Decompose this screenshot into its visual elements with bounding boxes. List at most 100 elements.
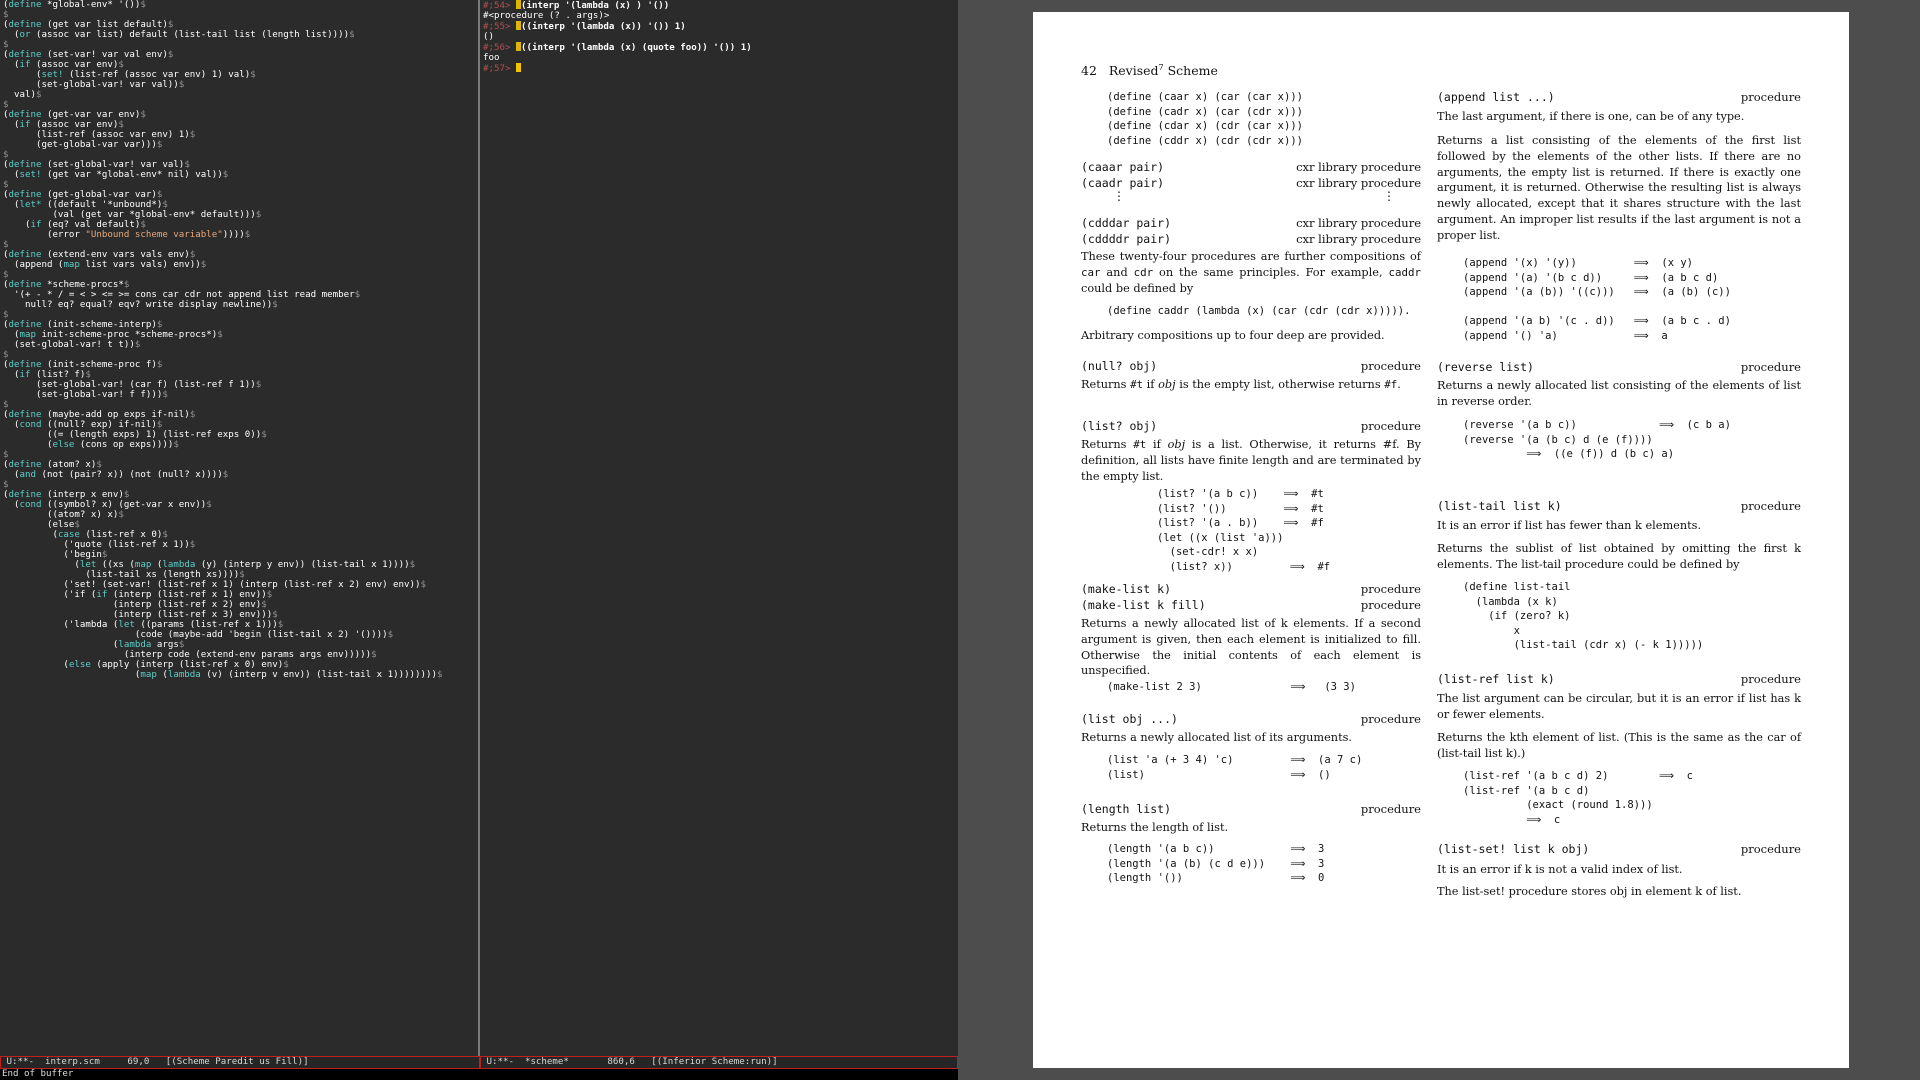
code-line[interactable]: (get-global-var var)))$ — [3, 140, 162, 150]
code-line[interactable]: null? eq? equal? eqv? write display newl… — [3, 300, 278, 310]
code-line[interactable]: (interp (list-ref x 2) env)$ — [3, 600, 267, 610]
listq-header: (list? obj) — [1081, 419, 1158, 433]
repl-input-line[interactable]: #;54> (interp '(lambda (x) ) '()) — [483, 0, 669, 11]
code-line[interactable]: $ — [3, 150, 9, 160]
modeline-interp[interactable]: U:**- interp.scm 69,0 [(Scheme Paredit u… — [0, 1056, 480, 1069]
code-line[interactable]: (error "Unbound scheme variable"))))$ — [3, 230, 250, 240]
code-line[interactable]: (define (get-global-var var)$ — [3, 190, 162, 200]
code-line[interactable]: (if (assoc var env)$ — [3, 60, 124, 70]
code-line[interactable]: (map init-scheme-proc *scheme-procs*)$ — [3, 330, 223, 340]
code-line[interactable]: $ — [3, 180, 9, 190]
code-line[interactable]: (cond ((symbol? x) (get-var x env))$ — [3, 500, 212, 510]
makelist-description: Returns a newly allocated list of k elem… — [1081, 617, 1421, 678]
code-line[interactable]: (define (init-scheme-proc f)$ — [3, 360, 162, 370]
code-line[interactable]: (else (cons op exps))))$ — [3, 440, 179, 450]
editor-pane-interp[interactable]: (define *global-env* '())$ $ (define (ge… — [0, 0, 480, 1056]
code-line[interactable]: (set-global-var! t t))$ — [3, 340, 140, 350]
code-line[interactable]: (set-global-var! var val))$ — [3, 80, 184, 90]
code-line[interactable]: $ — [3, 40, 9, 50]
append-text-2: Returns a list consisting of the element… — [1437, 134, 1801, 242]
code-line[interactable]: (define *scheme-procs*$ — [3, 280, 129, 290]
length-kind: procedure — [1360, 802, 1421, 816]
code-buffer[interactable]: (define *global-env* '())$ $ (define (ge… — [0, 0, 478, 680]
code-line[interactable]: (code (maybe-add 'begin (list-tail x 2) … — [3, 630, 393, 640]
code-line[interactable]: '(+ - * / = < > <= >= cons car cdr not a… — [3, 290, 360, 300]
code-line[interactable]: (list-ref (assoc var env) 1)$ — [3, 130, 195, 140]
code-line[interactable]: (define (get var list default)$ — [3, 20, 173, 30]
makelist-header-1: (make-list k) — [1081, 582, 1172, 596]
repl-input-line[interactable]: #;56> ((interp '(lambda (x) (quote foo))… — [483, 42, 752, 53]
code-line[interactable]: ('if (if (interp (list-ref x 1) env))$ — [3, 590, 272, 600]
code-line[interactable]: (else$ — [3, 520, 80, 530]
code-line[interactable]: (case (list-ref x 0)$ — [3, 530, 167, 540]
code-line[interactable]: (define (set-var! var val env)$ — [3, 50, 173, 60]
null-header: (null? obj) — [1081, 359, 1158, 373]
listref-examples: (list-ref '(a b c d) 2) ⟹ c (list-ref '(… — [1463, 770, 1693, 826]
code-line[interactable]: (append (map list vars vals) env))$ — [3, 260, 206, 270]
listset-text-1: It is an error if k is not a valid index… — [1437, 863, 1683, 876]
code-line[interactable]: $ — [3, 450, 9, 460]
code-line[interactable]: (set! (list-ref (assoc var env) 1) val)$ — [3, 70, 256, 80]
append-examples: (append '(x) '(y)) ⟹ (x y) (append '(a) … — [1463, 257, 1731, 342]
code-line[interactable]: ((atom? x) x)$ — [3, 510, 124, 520]
code-line[interactable]: (or (assoc var list) default (list-tail … — [3, 30, 355, 40]
code-line[interactable]: ((= (length exps) 1) (list-ref exps 0))$ — [3, 430, 267, 440]
null-description: Returns #t if obj is the empty list, oth… — [1081, 378, 1401, 391]
code-line[interactable]: (if (assoc var env)$ — [3, 120, 124, 130]
arbitrary-note: Arbitrary compositions up to four deep a… — [1081, 329, 1385, 342]
code-line[interactable]: $ — [3, 10, 9, 20]
code-line[interactable]: ('set! (set-var! (list-ref x 1) (interp … — [3, 580, 426, 590]
code-line[interactable]: (set-global-var! f f)))$ — [3, 390, 168, 400]
vdots-right: ⋮ — [1383, 189, 1395, 203]
listref-header: (list-ref list k) — [1437, 672, 1555, 686]
code-line[interactable]: (let* ((default '*unbound*)$ — [3, 200, 168, 210]
repl-input-line[interactable]: #;55> ((interp '(lambda (x)) '()) 1) — [483, 21, 686, 32]
reverse-description: Returns a newly allocated list consistin… — [1437, 379, 1801, 408]
code-line[interactable]: $ — [3, 310, 9, 320]
modeline-scheme[interactable]: U:**- *scheme* 860,6 [(Inferior Scheme:r… — [480, 1056, 958, 1069]
code-line[interactable]: (list-tail xs (length xs))))$ — [3, 570, 244, 580]
code-line[interactable]: $ — [3, 240, 9, 250]
code-line[interactable]: (define (get-var var env)$ — [3, 110, 146, 120]
code-line[interactable]: $ — [3, 270, 9, 280]
code-line[interactable]: ('quote (list-ref x 1))$ — [3, 540, 195, 550]
code-line[interactable]: $ — [3, 400, 9, 410]
code-line[interactable]: (val (get var *global-env* default)))$ — [3, 210, 261, 220]
listq-kind: procedure — [1360, 419, 1421, 433]
makelist-header-2: (make-list k fill) — [1081, 598, 1206, 612]
code-line[interactable]: (set! (get var *global-env* nil) val))$ — [3, 170, 228, 180]
code-line[interactable]: $ — [3, 100, 9, 110]
repl-pane-scheme[interactable]: #;54> (interp '(lambda (x) ) '()) #<proc… — [480, 0, 958, 1056]
cxr-kind-2: cxr library procedure — [1296, 176, 1421, 190]
code-line[interactable]: (interp code (extend-env params args env… — [3, 650, 377, 660]
code-line[interactable]: val)$ — [3, 90, 41, 100]
code-line[interactable]: (let ((xs (map (lambda (y) (interp y env… — [3, 560, 415, 570]
code-line[interactable]: (interp (list-ref x 3) env)))$ — [3, 610, 278, 620]
code-line[interactable]: (if (eq? val default)$ — [3, 220, 146, 230]
append-kind: procedure — [1740, 90, 1801, 104]
code-line[interactable]: (define (atom? x)$ — [3, 460, 102, 470]
code-line[interactable]: (define *global-env* '())$ — [3, 0, 146, 10]
listq-description: Returns #t if obj is a list. Otherwise, … — [1081, 438, 1421, 483]
repl-input-line[interactable]: #;57> — [483, 63, 521, 74]
code-line[interactable]: (define (maybe-add op exps if-nil)$ — [3, 410, 195, 420]
code-line[interactable]: (map (lambda (v) (interp v env)) (list-t… — [3, 670, 443, 680]
code-line[interactable]: $ — [3, 480, 9, 490]
code-line[interactable]: (define (set-global-var! var val)$ — [3, 160, 190, 170]
code-line[interactable]: (set-global-var! (car f) (list-ref f 1))… — [3, 380, 261, 390]
code-line[interactable]: (define (init-scheme-interp)$ — [3, 320, 162, 330]
code-line[interactable]: (if (list? f)$ — [3, 370, 91, 380]
code-line[interactable]: (cond ((null? exp) if-nil)$ — [3, 420, 162, 430]
code-line[interactable]: $ — [3, 350, 9, 360]
code-line[interactable]: (lambda args$ — [3, 640, 184, 650]
code-line[interactable]: ('begin$ — [3, 550, 107, 560]
code-line[interactable]: (else (apply (interp (list-ref x 0) env)… — [3, 660, 288, 670]
repl-output-line: () — [483, 32, 494, 42]
caadr-header: (caadr pair) — [1081, 176, 1165, 190]
append-text-1: The last argument, if there is one, can … — [1437, 110, 1745, 123]
code-line[interactable]: ('lambda (let ((params (list-ref x 1)))$ — [3, 620, 283, 630]
repl-buffer[interactable]: #;54> (interp '(lambda (x) ) '()) #<proc… — [480, 0, 958, 74]
code-line[interactable]: (define (interp x env)$ — [3, 490, 129, 500]
code-line[interactable]: (and (not (pair? x)) (not (null? x))))$ — [3, 470, 228, 480]
code-line[interactable]: (define (extend-env vars vals env)$ — [3, 250, 195, 260]
